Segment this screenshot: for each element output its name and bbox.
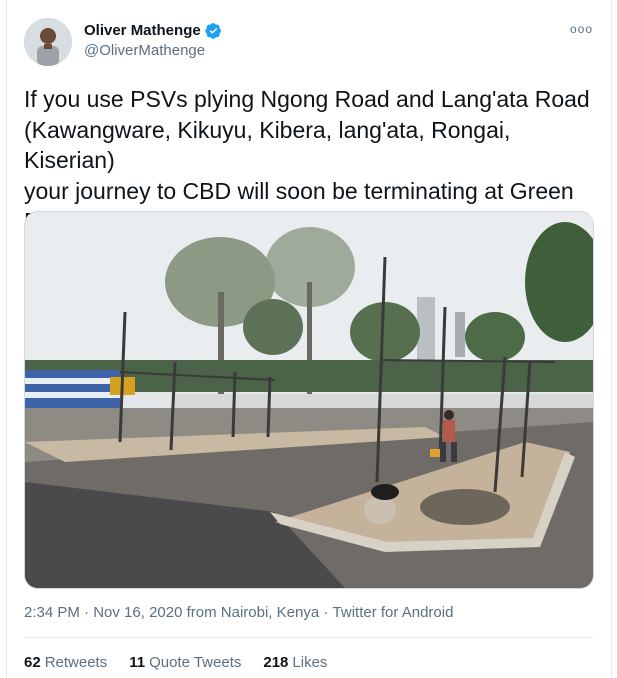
avatar-image	[24, 18, 72, 66]
tweet-stats: 62 Retweets 11 Quote Tweets 218 Likes	[24, 654, 327, 671]
tweet-time[interactable]: 2:34 PM	[24, 604, 80, 621]
meta-separator: ·	[319, 604, 333, 621]
construction-site-image	[25, 212, 593, 588]
avatar[interactable]	[24, 18, 72, 66]
tweet-meta: 2:34 PM · Nov 16, 2020 from Nairobi, Ken…	[24, 604, 453, 621]
tweet-line: (Kawangware, Kikuyu, Kibera, lang'ata, R…	[24, 116, 511, 174]
quote-tweets-label: Quote Tweets	[149, 654, 242, 671]
retweets-label: Retweets	[44, 654, 108, 671]
tweet-line: If you use PSVs plying Ngong Road and La…	[24, 86, 590, 112]
divider	[24, 637, 594, 638]
retweets-stat[interactable]: 62 Retweets	[24, 654, 107, 671]
quote-tweets-stat[interactable]: 11 Quote Tweets	[129, 654, 241, 671]
likes-count: 218	[263, 654, 289, 671]
likes-stat[interactable]: 218 Likes	[263, 654, 327, 671]
author-name[interactable]: Oliver Mathenge	[84, 22, 201, 39]
verified-badge-icon	[205, 23, 221, 39]
tweet-card: Oliver Mathenge @OliverMathenge ooo If y…	[6, 0, 612, 678]
tweet-photo[interactable]	[24, 211, 594, 589]
quote-tweets-count: 11	[129, 654, 146, 671]
tweet-date[interactable]: Nov 16, 2020	[93, 604, 182, 621]
author-handle[interactable]: @OliverMathenge	[84, 42, 222, 59]
more-options-icon[interactable]: ooo	[570, 22, 593, 36]
tweet-line: your journey to CBD will soon be termina…	[24, 177, 574, 204]
meta-separator: ·	[79, 604, 94, 621]
tweet-source[interactable]: Twitter for Android	[333, 604, 454, 621]
tweet-location: from Nairobi, Kenya	[182, 604, 320, 621]
likes-label: Likes	[292, 654, 328, 671]
retweets-count: 62	[24, 654, 41, 671]
author-info: Oliver Mathenge @OliverMathenge	[84, 22, 222, 59]
